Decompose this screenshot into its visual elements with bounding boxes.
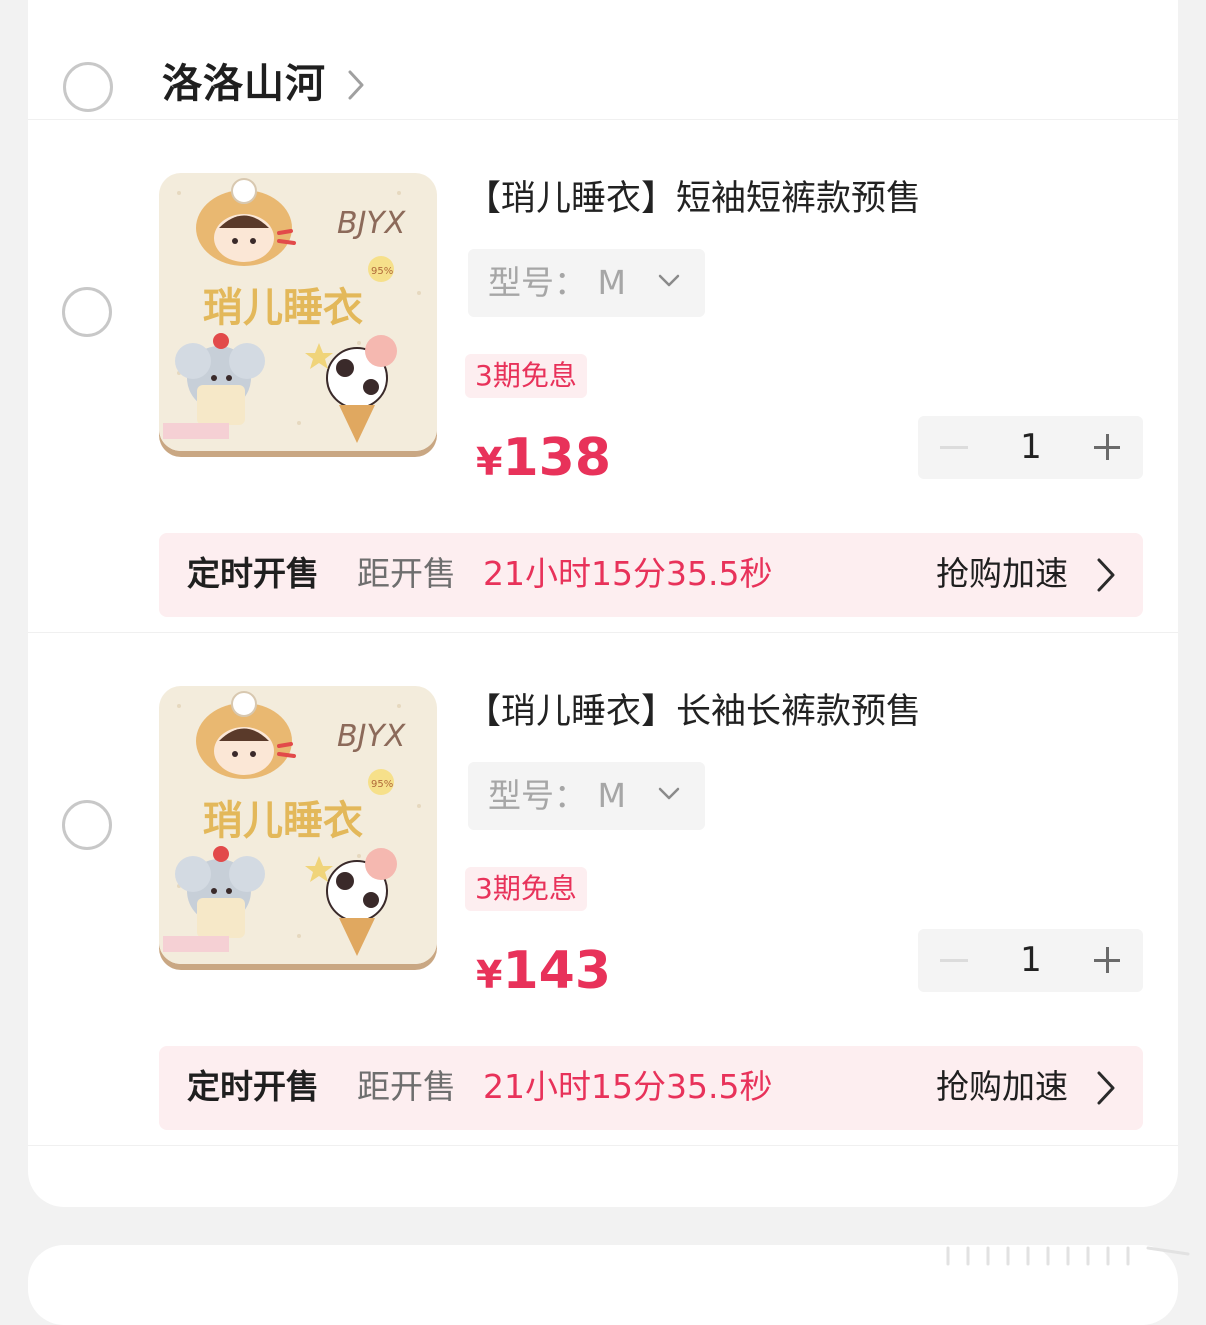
quantity-stepper[interactable]: 1 bbox=[918, 929, 1143, 992]
chevron-right-icon[interactable] bbox=[346, 68, 366, 102]
watermark-image bbox=[946, 1246, 1190, 1266]
product-title[interactable]: 【琑儿睡衣】短袖短裤款预售 bbox=[466, 174, 921, 224]
chevron-down-icon bbox=[658, 787, 680, 800]
currency-symbol: ¥ bbox=[476, 953, 503, 997]
timer-prefix: 距开售 bbox=[357, 1067, 456, 1106]
spec-label: 型号： M bbox=[488, 776, 626, 815]
divider bbox=[28, 632, 1178, 633]
quantity-value[interactable]: 1 bbox=[1013, 424, 1049, 470]
thumb-caption-text: 琑儿睡衣 bbox=[203, 285, 363, 331]
presale-timer-bar[interactable]: 定时开售 距开售 21小时15分35.5秒 抢购加速 bbox=[159, 533, 1143, 617]
minus-icon[interactable] bbox=[940, 959, 968, 962]
thumb-brand-text: BJYX bbox=[337, 206, 407, 241]
boost-purchase-link[interactable]: 抢购加速 bbox=[936, 1064, 1068, 1110]
thumb-percent-text: 95% bbox=[371, 779, 393, 790]
presale-timer-bar[interactable]: 定时开售 距开售 21小时15分35.5秒 抢购加速 bbox=[159, 1046, 1143, 1130]
plus-icon-stem[interactable] bbox=[1106, 947, 1109, 973]
chevron-right-icon[interactable] bbox=[1095, 556, 1117, 594]
product-thumbnail[interactable]: BJYX 95% 琑儿睡衣 bbox=[159, 686, 437, 964]
spec-selector[interactable]: 型号： M bbox=[468, 249, 705, 317]
thumb-percent-text: 95% bbox=[371, 266, 393, 277]
countdown-text: 21小时15分35.5秒 bbox=[483, 1067, 773, 1106]
store-select-radio[interactable] bbox=[63, 62, 113, 112]
product-thumbnail[interactable]: BJYX 95% 琑儿睡衣 bbox=[159, 173, 437, 451]
boost-purchase-link[interactable]: 抢购加速 bbox=[936, 551, 1068, 597]
spec-label: 型号： M bbox=[488, 263, 626, 302]
plus-icon-stem[interactable] bbox=[1106, 434, 1109, 460]
spec-selector[interactable]: 型号： M bbox=[468, 762, 705, 830]
thumb-brand-text: BJYX bbox=[337, 719, 407, 754]
minus-icon[interactable] bbox=[940, 446, 968, 449]
installment-badge: 3期免息 bbox=[465, 867, 587, 911]
installment-badge: 3期免息 bbox=[465, 354, 587, 398]
timer-label: 定时开售 bbox=[187, 554, 319, 593]
product-title[interactable]: 【琑儿睡衣】长袖长裤款预售 bbox=[466, 687, 921, 737]
item-select-radio[interactable] bbox=[62, 800, 112, 850]
store-name[interactable]: 洛洛山河 bbox=[162, 58, 326, 110]
quantity-stepper[interactable]: 1 bbox=[918, 416, 1143, 479]
price: ¥138 bbox=[476, 428, 611, 500]
timer-prefix: 距开售 bbox=[357, 554, 456, 593]
price-value: 138 bbox=[502, 428, 611, 488]
chevron-down-icon bbox=[658, 274, 680, 287]
price-value: 143 bbox=[502, 941, 611, 1001]
countdown-text: 21小时15分35.5秒 bbox=[483, 554, 773, 593]
price: ¥143 bbox=[476, 941, 611, 1013]
divider bbox=[28, 119, 1178, 120]
currency-symbol: ¥ bbox=[476, 440, 503, 484]
thumb-caption-text: 琑儿睡衣 bbox=[203, 798, 363, 844]
quantity-value[interactable]: 1 bbox=[1013, 937, 1049, 983]
divider bbox=[28, 1145, 1178, 1146]
chevron-right-icon[interactable] bbox=[1095, 1069, 1117, 1107]
timer-label: 定时开售 bbox=[187, 1067, 319, 1106]
item-select-radio[interactable] bbox=[62, 287, 112, 337]
